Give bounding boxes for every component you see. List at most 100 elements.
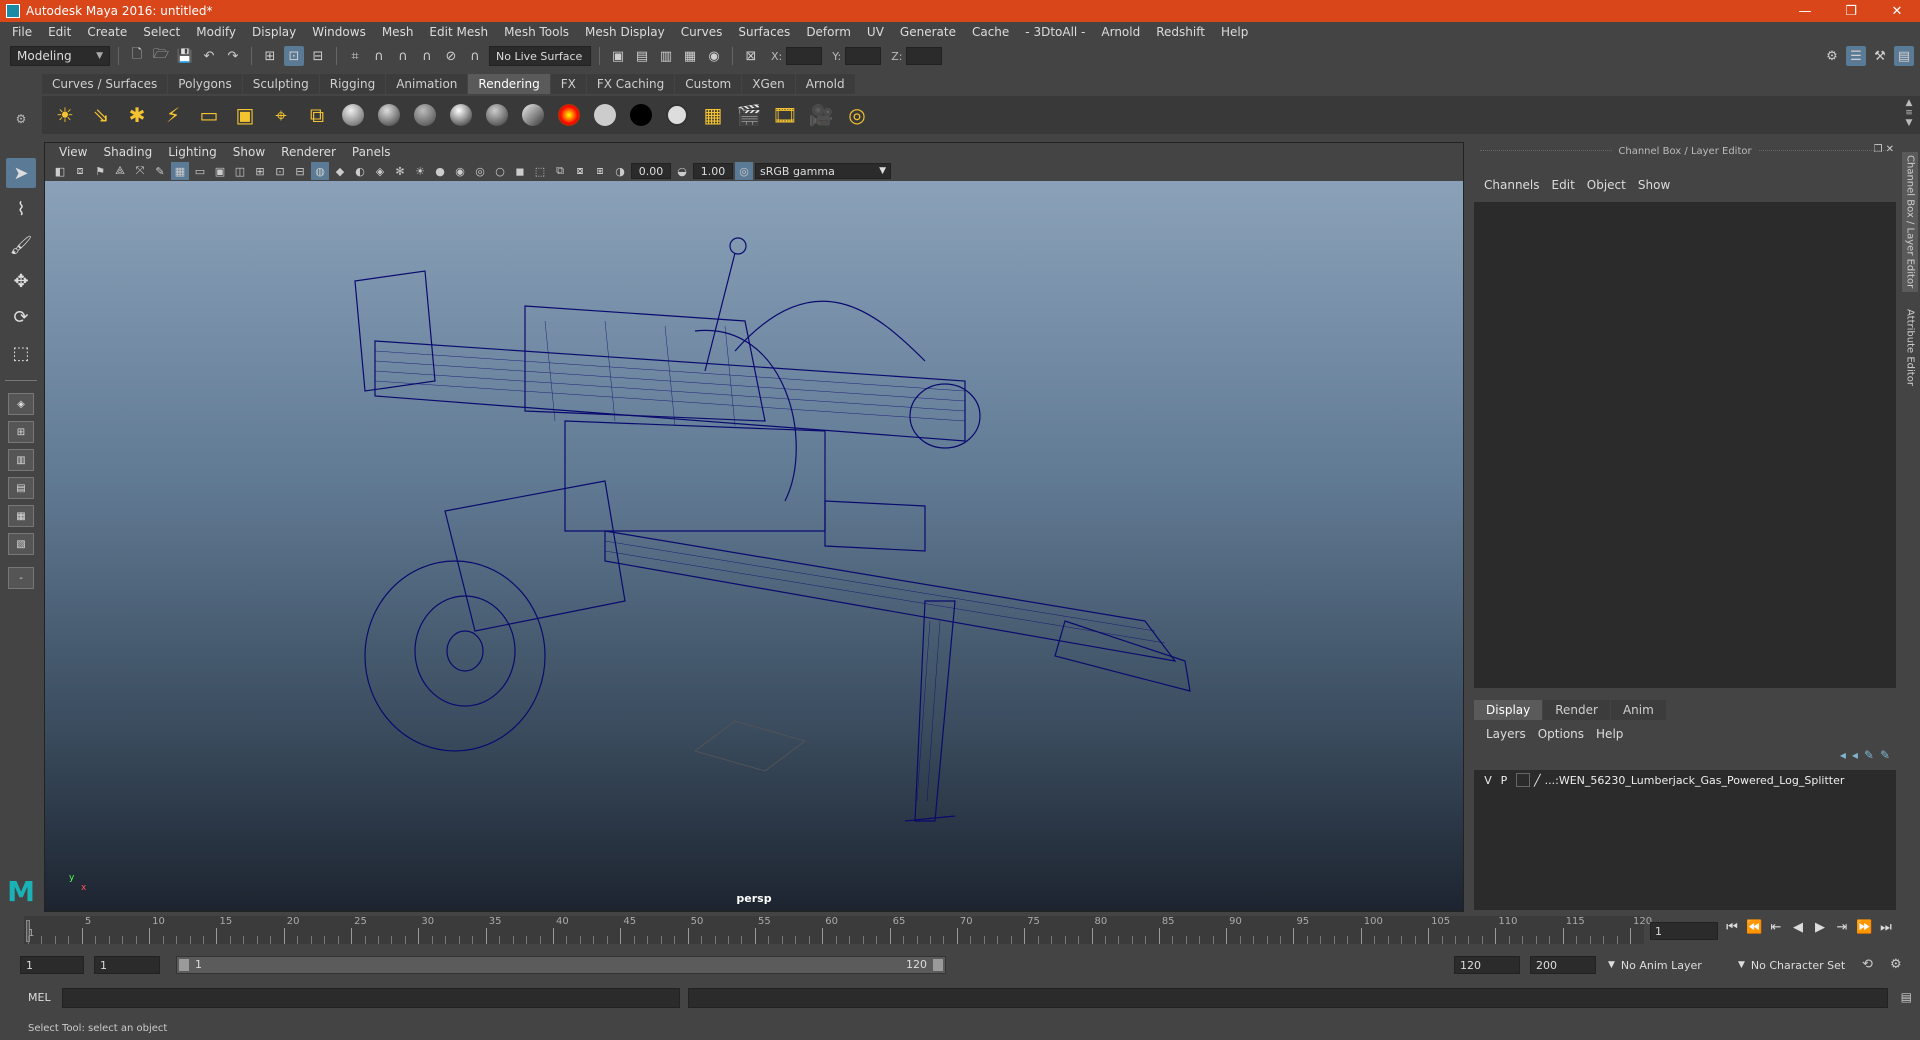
menu-modify[interactable]: Modify	[188, 25, 244, 39]
custom-layout-icon[interactable]: -	[8, 567, 34, 589]
safe-action-icon[interactable]: ⊡	[271, 162, 289, 180]
render-settings-shelf-icon[interactable]: 🎥	[806, 100, 836, 130]
shader-blinn-icon[interactable]	[374, 100, 404, 130]
shader-surface-icon[interactable]	[590, 100, 620, 130]
menu-select[interactable]: Select	[135, 25, 188, 39]
channel-box-body[interactable]	[1474, 202, 1896, 688]
move-layer-up-icon[interactable]: ◂	[1840, 748, 1846, 762]
render-view-icon[interactable]: ▣	[608, 46, 628, 66]
move-layer-down-icon[interactable]: ◂	[1852, 748, 1858, 762]
live-surface-field[interactable]: No Live Surface	[489, 46, 591, 66]
xray-components-icon[interactable]: ⧆	[591, 162, 609, 180]
select-object-icon[interactable]: ⊡	[284, 46, 304, 66]
depth-of-field-icon[interactable]: ◼	[511, 162, 529, 180]
two-d-pan-icon[interactable]: ⤧	[131, 162, 149, 180]
ambient-light-icon[interactable]: ☀	[50, 100, 80, 130]
menu-edit[interactable]: Edit	[40, 25, 79, 39]
two-view-stacked-layout-icon[interactable]: ▤	[8, 477, 34, 499]
layers-menu[interactable]: Layers	[1480, 727, 1532, 741]
viewport-menu-panels[interactable]: Panels	[344, 145, 399, 159]
new-layer-icon[interactable]: ✎	[1864, 748, 1874, 762]
shader-half-sphere-icon[interactable]	[338, 100, 368, 130]
layer-color-swatch[interactable]	[1516, 773, 1530, 787]
paint-select-tool-icon[interactable]: 🖌	[6, 230, 36, 260]
menu-mesh-display[interactable]: Mesh Display	[577, 25, 673, 39]
view-transform-dropdown[interactable]: sRGB gamma ▼	[755, 163, 891, 179]
channel-box-icon[interactable]: ▤	[1894, 46, 1914, 66]
menu-file[interactable]: File	[4, 25, 40, 39]
shader-phonge-icon[interactable]	[482, 100, 512, 130]
hypershade-icon[interactable]: ◉	[704, 46, 724, 66]
menu-mesh-tools[interactable]: Mesh Tools	[496, 25, 577, 39]
snap-grid-icon[interactable]: ⌗	[345, 46, 365, 66]
script-editor-icon[interactable]: ▤	[1901, 990, 1912, 1004]
viewport-menu-renderer[interactable]: Renderer	[273, 145, 344, 159]
tab-animation[interactable]: Animation	[386, 74, 468, 94]
grid-icon[interactable]: ▦	[171, 162, 189, 180]
range-end-handle[interactable]	[933, 959, 943, 971]
xray-icon[interactable]: ⧉	[551, 162, 569, 180]
x-coordinate-field[interactable]	[786, 47, 823, 65]
menu-generate[interactable]: Generate	[892, 25, 964, 39]
point-light-icon[interactable]: ✱	[122, 100, 152, 130]
area-light-icon[interactable]: ▭	[194, 100, 224, 130]
viewport-canvas[interactable]: y x persp	[45, 181, 1463, 911]
undo-icon[interactable]: ↶	[199, 46, 219, 66]
gate-mask-icon[interactable]: ◫	[231, 162, 249, 180]
layer-row[interactable]: V P ╱ ...:WEN_56230_Lumberjack_Gas_Power…	[1474, 770, 1896, 790]
snap-curve-icon[interactable]: ∩	[369, 46, 389, 66]
menu-windows[interactable]: Windows	[304, 25, 374, 39]
move-tool-icon[interactable]: ✥	[6, 266, 36, 296]
tab-render[interactable]: Render	[1543, 700, 1610, 720]
playback-end-field[interactable]: 120	[1454, 956, 1520, 974]
tab-polygons[interactable]: Polygons	[168, 74, 242, 94]
ipr-render-current-frame-icon[interactable]: 🎞	[770, 100, 800, 130]
shader-ramp-icon[interactable]	[554, 100, 584, 130]
menu-redshift[interactable]: Redshift	[1148, 25, 1213, 39]
bookmark-icon[interactable]: ⚑	[91, 162, 109, 180]
options-menu[interactable]: Options	[1532, 727, 1590, 741]
scale-tool-icon[interactable]: ⬚	[6, 338, 36, 368]
minimize-button[interactable]: —	[1782, 0, 1828, 22]
tab-rendering[interactable]: Rendering	[468, 74, 550, 94]
layer-visibility-toggle[interactable]: V	[1480, 774, 1496, 787]
use-all-lights-icon[interactable]: ✻	[391, 162, 409, 180]
volume-light-icon[interactable]: ▣	[230, 100, 260, 130]
modeling-toolkit-icon[interactable]: ⚙	[1822, 46, 1842, 66]
viewport-menu-view[interactable]: View	[51, 145, 95, 159]
tab-sculpting[interactable]: Sculpting	[242, 74, 319, 94]
attribute-editor-icon[interactable]: ☰	[1846, 46, 1866, 66]
perspective-viewport[interactable]: View Shading Lighting Show Renderer Pane…	[44, 142, 1464, 912]
isolate-select-icon[interactable]: ⬚	[531, 162, 549, 180]
go-to-start-icon[interactable]: ⏮	[1724, 920, 1740, 935]
hypershade-shelf-icon[interactable]: ◎	[842, 100, 872, 130]
make-live-icon[interactable]: ∩	[465, 46, 485, 66]
four-view-layout-icon[interactable]: ⊞	[8, 421, 34, 443]
shader-layered-icon[interactable]	[662, 100, 692, 130]
tab-xgen[interactable]: XGen	[742, 74, 795, 94]
script-language-toggle[interactable]: MEL	[28, 991, 51, 1004]
motion-blur-icon[interactable]: ◎	[471, 162, 489, 180]
render-view-window-icon[interactable]: ▦	[698, 100, 728, 130]
shelf-menu-icon[interactable]: ≡	[1905, 108, 1913, 118]
shadows-icon[interactable]: ☀	[411, 162, 429, 180]
xray-joints-icon[interactable]: ⧇	[571, 162, 589, 180]
menu-set-dropdown[interactable]: Modeling ▼	[10, 46, 110, 66]
gamma-field[interactable]: 1.00	[693, 163, 733, 179]
ipr-render-icon[interactable]: ▥	[656, 46, 676, 66]
snap-live-icon[interactable]: ⊘	[441, 46, 461, 66]
animation-end-field[interactable]: 200	[1530, 956, 1596, 974]
exposure-field[interactable]: 0.00	[631, 163, 671, 179]
select-hierarchy-icon[interactable]: ⊞	[260, 46, 280, 66]
rotate-tool-icon[interactable]: ⟳	[6, 302, 36, 332]
viewport-menu-lighting[interactable]: Lighting	[160, 145, 225, 159]
current-frame-field[interactable]: 1	[1650, 922, 1718, 940]
panel-float-close-icon[interactable]: ❐ ✕	[1873, 144, 1894, 155]
lasso-tool-icon[interactable]: ⌇	[6, 194, 36, 224]
playback-start-field[interactable]: 1	[94, 956, 160, 974]
tab-display[interactable]: Display	[1474, 700, 1543, 720]
anim-layer-dropdown[interactable]: ▼ No Anim Layer	[1604, 956, 1734, 974]
menu-display[interactable]: Display	[244, 25, 304, 39]
film-gate-icon[interactable]: ▭	[191, 162, 209, 180]
help-menu[interactable]: Help	[1590, 727, 1629, 741]
